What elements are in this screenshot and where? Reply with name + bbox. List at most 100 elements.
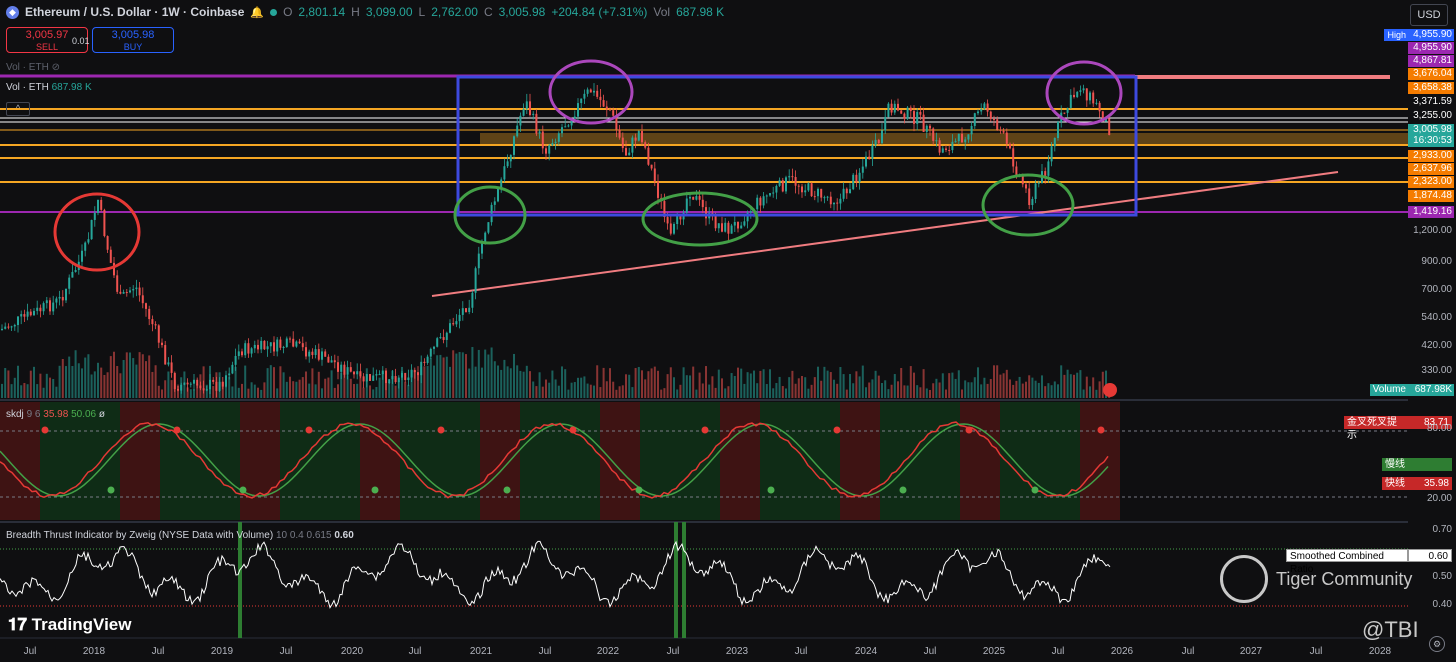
volume-bar xyxy=(589,384,592,398)
volume-bar xyxy=(957,370,960,398)
time-tick: 2018 xyxy=(82,646,106,657)
tradingview-label: TradingView xyxy=(31,615,132,634)
eye-off-icon[interactable]: ⊘ xyxy=(52,62,60,73)
volume-bar xyxy=(177,385,179,398)
candle-body xyxy=(1005,132,1008,144)
time-tick: 2026 xyxy=(1110,646,1134,657)
candle-body xyxy=(829,196,832,205)
candle-body xyxy=(561,127,563,134)
time-tick: 2028 xyxy=(1368,646,1392,657)
tradingview-logo[interactable]: 𝟏𝟕 TradingView xyxy=(8,615,131,635)
candle-body xyxy=(273,342,275,352)
volume-bar xyxy=(1060,365,1063,398)
candle-body xyxy=(586,89,589,94)
volume-bar xyxy=(881,382,883,398)
candle-body xyxy=(26,311,29,317)
volume-bar xyxy=(452,350,455,398)
candle-body xyxy=(61,296,64,301)
candle-body xyxy=(797,185,800,187)
volume-bar xyxy=(676,389,679,398)
breadth-legend[interactable]: Breadth Thrust Indicator by Zweig (NYSE … xyxy=(6,530,354,541)
candle-body xyxy=(1047,161,1050,176)
buy-button[interactable]: 3,005.98 BUY xyxy=(92,27,174,53)
candle-body xyxy=(417,372,419,376)
volume-bar xyxy=(458,351,461,398)
skdj-cross-dot xyxy=(1097,426,1105,434)
candle-body xyxy=(122,292,125,294)
hidden-vol-legend[interactable]: Vol · ETH ⊘ xyxy=(6,62,60,73)
skdj-background-band xyxy=(360,402,400,520)
candle-body xyxy=(237,351,240,356)
candle-body xyxy=(695,196,698,200)
volume-bar xyxy=(673,377,675,398)
skdj-cross-dot xyxy=(767,486,775,494)
candle-body xyxy=(407,377,410,380)
symbol-title[interactable]: Ethereum / U.S. Dollar · 1W · Coinbase xyxy=(25,5,244,19)
volume-bar xyxy=(628,374,631,398)
candle-body xyxy=(23,314,26,317)
volume-bar xyxy=(573,382,576,398)
candle-body xyxy=(573,116,576,119)
volume-bar xyxy=(794,383,797,398)
volume-bar xyxy=(519,370,522,398)
volume-axis-value: 687.98K xyxy=(1408,384,1454,396)
candle-body xyxy=(1082,88,1085,91)
volume-bar xyxy=(81,368,83,398)
volume-bar xyxy=(465,354,467,398)
skdj-cross-dot xyxy=(107,486,115,494)
candle-body xyxy=(557,133,560,142)
volume-bar xyxy=(193,389,195,398)
volume-bar xyxy=(1044,386,1047,398)
volume-bar xyxy=(113,351,115,398)
volume-bar xyxy=(52,379,55,398)
volume-bar xyxy=(1050,385,1053,398)
candle-body xyxy=(580,98,583,104)
volume-bar xyxy=(487,354,490,398)
volume-bar xyxy=(442,357,445,398)
candle-body xyxy=(1063,112,1066,114)
volume-bar xyxy=(641,370,643,398)
candle-body xyxy=(788,176,791,178)
volume-bar xyxy=(509,368,512,398)
candle-body xyxy=(650,164,653,169)
candle-body xyxy=(458,314,461,322)
volume-bar xyxy=(1076,372,1079,398)
volume-bar xyxy=(4,368,7,398)
candle-body xyxy=(602,100,605,107)
candle-body xyxy=(701,199,704,208)
vol-legend[interactable]: Vol · ETH 687.98 K xyxy=(6,82,92,93)
volume-bar xyxy=(733,375,736,398)
candle-body xyxy=(39,307,42,312)
candle-body xyxy=(605,106,608,110)
skdj-legend[interactable]: skdj 9 6 35.98 50.06 ø xyxy=(6,409,105,420)
candle-body xyxy=(250,348,253,354)
candle-body xyxy=(394,376,397,383)
volume-bar xyxy=(922,369,925,398)
candle-body xyxy=(564,126,567,128)
candle-body xyxy=(865,156,867,167)
alert-bell-icon[interactable]: 🔔 xyxy=(250,6,264,19)
volume-bar xyxy=(129,352,131,398)
change-value: +204.84 (+7.31%) xyxy=(551,5,648,19)
volume-bar xyxy=(97,362,99,398)
volume-bar xyxy=(692,366,695,398)
volume-bar xyxy=(151,371,154,398)
volume-bar xyxy=(385,373,387,398)
currency-button[interactable]: USD xyxy=(1410,4,1448,26)
candle-body xyxy=(823,197,826,199)
volume-bar xyxy=(109,356,112,398)
volume-bar xyxy=(237,387,240,398)
settings-gear-icon[interactable]: ⚙ xyxy=(1429,636,1445,652)
volume-bar xyxy=(218,372,221,398)
collapse-legend-button[interactable]: ^ xyxy=(6,102,30,116)
candle-body xyxy=(346,367,349,375)
candle-body xyxy=(545,148,547,154)
candle-body xyxy=(724,222,727,232)
symbol-header: ◆ Ethereum / U.S. Dollar · 1W · Coinbase… xyxy=(6,5,724,19)
candle-body xyxy=(535,113,538,134)
volume-bar xyxy=(436,355,439,398)
skdj-cross-dot xyxy=(371,486,379,494)
volume-bar xyxy=(388,381,391,398)
volume-bar xyxy=(657,370,659,398)
skdj-extra: ø xyxy=(98,409,105,420)
